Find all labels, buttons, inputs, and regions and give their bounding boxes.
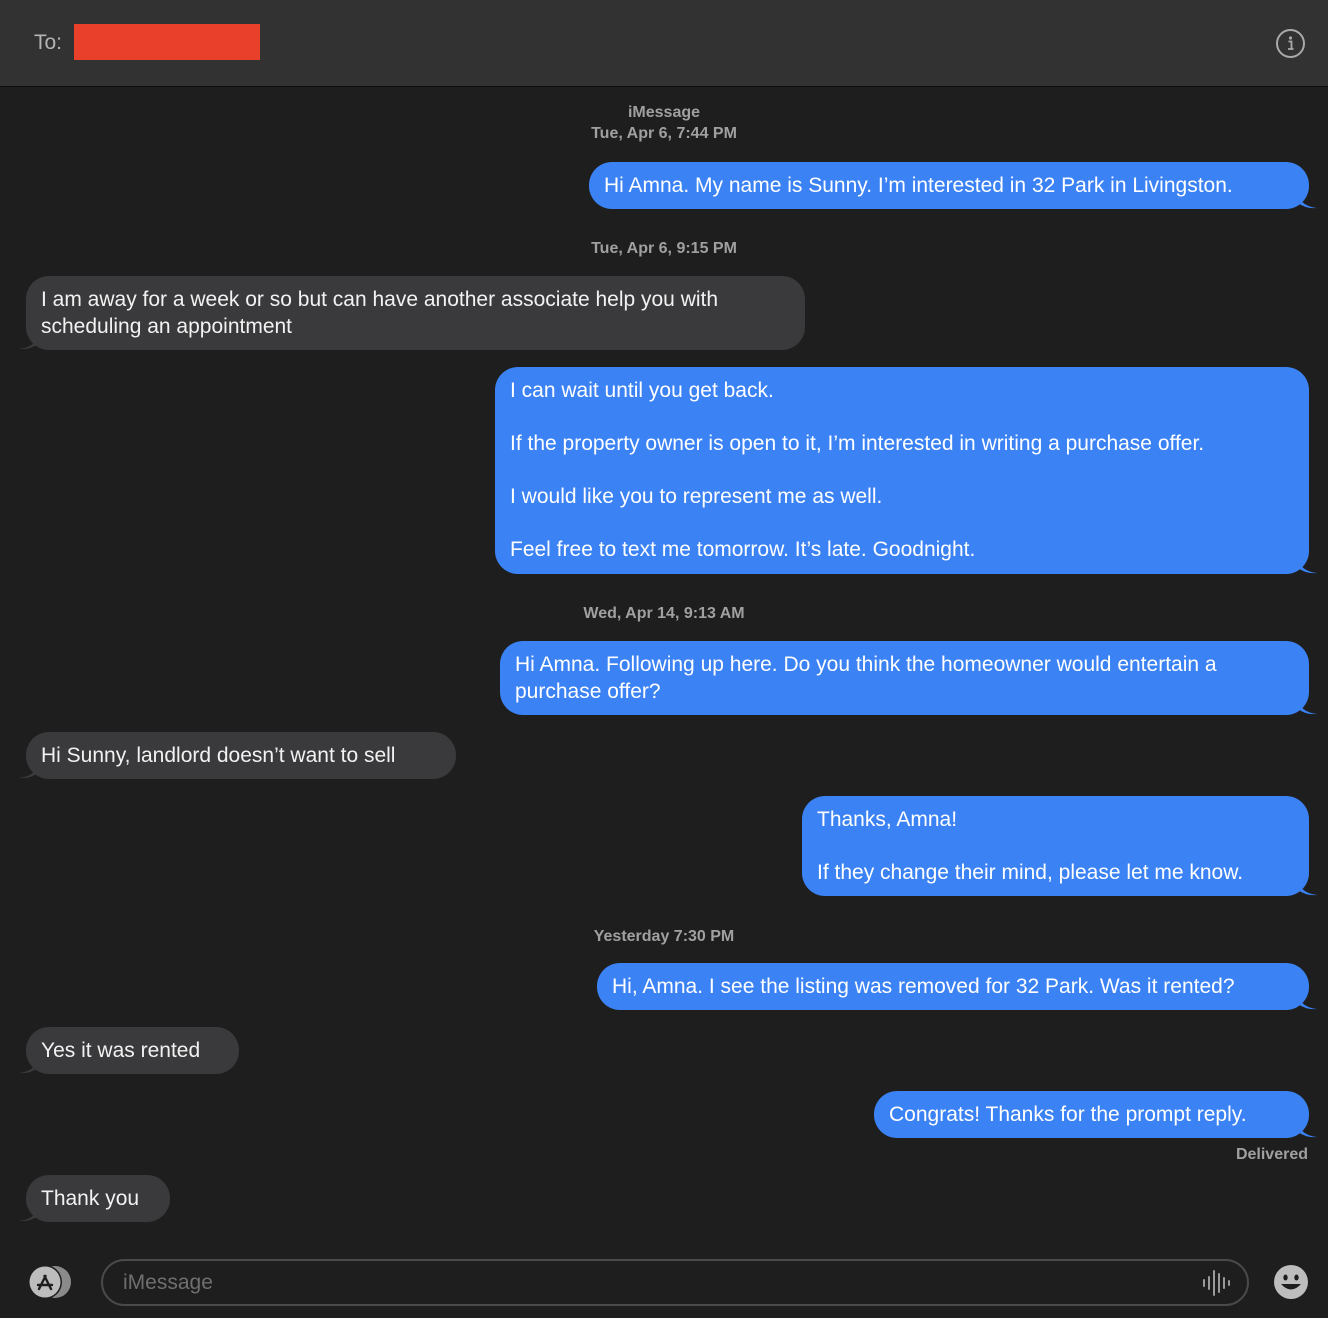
outgoing-message[interactable]: I can wait until you get back. If the pr… — [495, 367, 1309, 574]
outgoing-message[interactable]: Thanks, Amna! If they change their mind,… — [802, 796, 1309, 896]
delivery-status: Delivered — [1235, 1146, 1308, 1163]
message-text: Hi Amna. Following up here. Do you think… — [515, 653, 1217, 676]
outgoing-message[interactable]: Hi, Amna. I see the listing was removed … — [597, 963, 1309, 1010]
outgoing-bubble-tail — [1298, 699, 1317, 715]
app-store-icon[interactable] — [26, 1265, 72, 1299]
message-input[interactable] — [123, 1269, 1183, 1297]
outgoing-bubble-tail — [1298, 193, 1317, 209]
info-icon[interactable] — [1276, 29, 1305, 58]
message-text: Thanks, Amna! — [817, 808, 958, 831]
message-text: Congrats! Thanks for the prompt reply. — [889, 1103, 1247, 1126]
incoming-bubble-tail — [19, 334, 38, 350]
message-text: If they change their mind, please let me… — [817, 861, 1244, 884]
timestamp: Wed, Apr 14, 9:13 AM — [583, 605, 745, 622]
outgoing-message[interactable]: Hi Amna. Following up here. Do you think… — [500, 641, 1309, 715]
message-text: Hi Amna. My name is Sunny. I’m intereste… — [604, 174, 1233, 197]
incoming-bubble-tail — [19, 1206, 38, 1222]
timestamp: Tue, Apr 6, 9:15 PM — [591, 240, 737, 257]
service-label: iMessage — [627, 104, 701, 121]
outgoing-bubble-tail — [1298, 1122, 1317, 1138]
conversation-header: To: — [0, 0, 1328, 87]
message-text: Feel free to text me tomorrow. It’s late… — [510, 538, 976, 561]
incoming-message[interactable]: Yes it was rented — [26, 1027, 239, 1074]
incoming-bubble-tail — [19, 763, 38, 779]
message-text: I am away for a week or so but can have … — [41, 288, 719, 311]
message-text: I would like you to represent me as well… — [510, 485, 883, 508]
outgoing-message[interactable]: Hi Amna. My name is Sunny. I’m intereste… — [589, 162, 1309, 209]
outgoing-message[interactable]: Congrats! Thanks for the prompt reply. — [874, 1091, 1309, 1138]
message-text: purchase offer? — [515, 680, 661, 703]
incoming-message[interactable]: Hi Sunny, landlord doesn’t want to sell — [26, 732, 456, 779]
timestamp: Yesterday 7:30 PM — [593, 928, 735, 945]
incoming-message[interactable]: I am away for a week or so but can have … — [26, 276, 805, 350]
message-text: I can wait until you get back. — [510, 379, 774, 402]
message-input-field[interactable] — [101, 1259, 1249, 1306]
to-label: To: — [34, 31, 63, 54]
recipient-redacted[interactable] — [74, 24, 260, 60]
message-text: scheduling an appointment — [41, 315, 293, 338]
outgoing-bubble-tail — [1298, 880, 1317, 896]
emoji-icon[interactable] — [1273, 1264, 1309, 1300]
message-text: Hi, Amna. I see the listing was removed … — [612, 975, 1235, 998]
timestamp: Tue, Apr 6, 7:44 PM — [591, 125, 737, 142]
message-text: Hi Sunny, landlord doesn’t want to sell — [41, 744, 396, 767]
outgoing-bubble-tail — [1298, 558, 1317, 574]
message-text: Yes it was rented — [41, 1039, 201, 1062]
outgoing-bubble-tail — [1298, 994, 1317, 1010]
incoming-message[interactable]: Thank you — [26, 1175, 170, 1222]
incoming-bubble-tail — [19, 1058, 38, 1074]
audio-waveform-icon[interactable] — [1201, 1269, 1233, 1297]
message-text: Thank you — [41, 1187, 140, 1210]
message-text: If the property owner is open to it, I’m… — [510, 432, 1205, 455]
